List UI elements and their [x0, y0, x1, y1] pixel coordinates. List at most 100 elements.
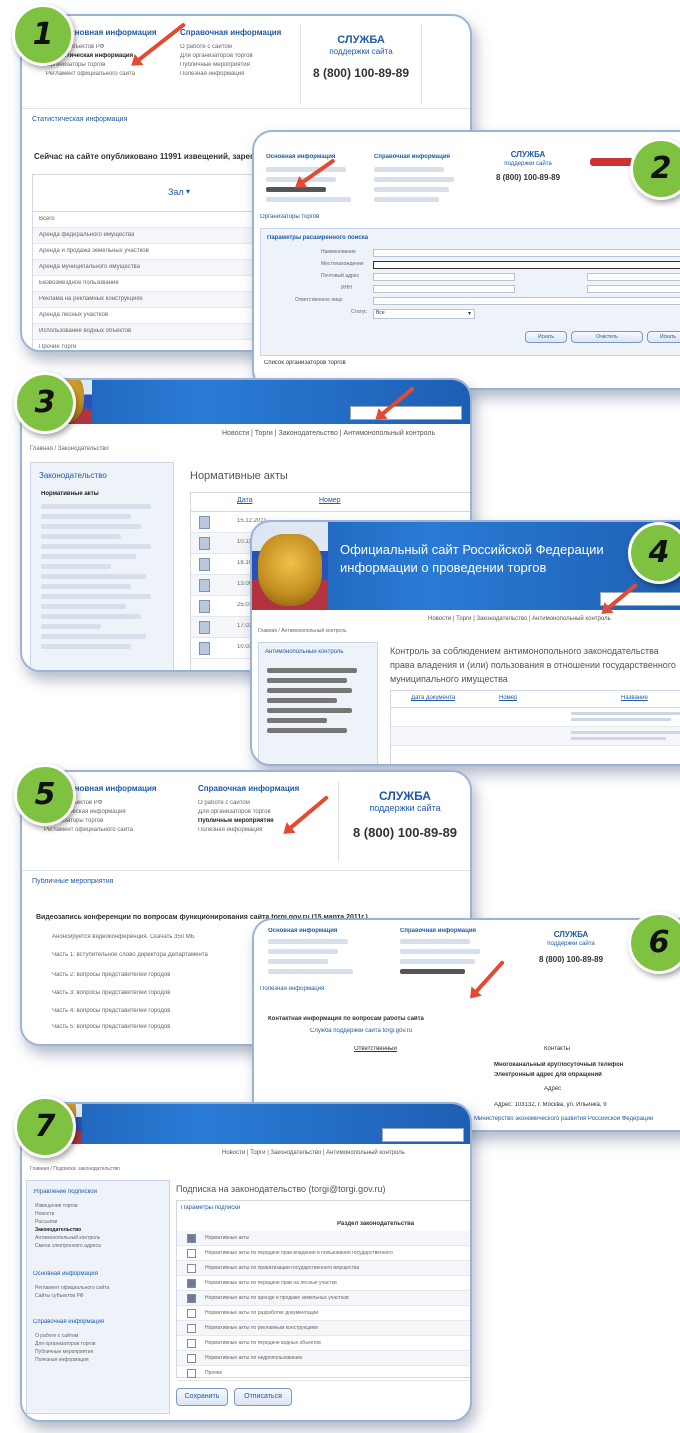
subscription-checkbox[interactable] — [187, 1294, 196, 1303]
name-input[interactable] — [373, 249, 680, 257]
reference-info-item[interactable]: Полезная информация — [180, 71, 244, 77]
kpp-input[interactable] — [373, 285, 515, 293]
inn-input[interactable] — [587, 273, 680, 281]
event-item[interactable]: Часть 4: вопросы представителей городов — [52, 1008, 170, 1014]
breadcrumb[interactable]: Главная / Подписка: законодательство — [30, 1166, 120, 1172]
support-link[interactable]: Служба поддержки сайта torgi.gov.ru — [310, 1028, 412, 1034]
subscription-row[interactable]: Нормативные акты по аренде и продаже зем… — [177, 1291, 470, 1306]
sidebar-item-active[interactable]: Законодательство — [35, 1227, 81, 1233]
clear-button[interactable]: Очистить — [571, 331, 643, 343]
col-date[interactable]: Дата — [237, 497, 253, 504]
reference-info-item[interactable]: Публичные мероприятия — [180, 62, 250, 68]
subscription-row[interactable]: Нормативные акты по передаче водных объе… — [177, 1336, 470, 1351]
ministry-link[interactable]: Министерство экономического развития Рос… — [474, 1116, 653, 1122]
reference-info-item[interactable]: Полезная информация — [198, 827, 262, 833]
top-nav[interactable]: Новости | Торги | Законодательство | Ант… — [222, 430, 435, 437]
sidebar-item[interactable]: Новости — [35, 1211, 54, 1217]
document-icon[interactable] — [199, 642, 210, 655]
subscription-row[interactable]: Нормативные акты по передаче прав на лес… — [177, 1276, 470, 1291]
subscription-checkbox[interactable] — [187, 1354, 196, 1363]
subscription-row[interactable]: Нормативные акты по разработке документа… — [177, 1306, 470, 1321]
postal-input[interactable] — [373, 273, 515, 281]
subscription-row[interactable]: Нормативные акты — [177, 1231, 470, 1246]
subscription-checkbox[interactable] — [187, 1279, 196, 1288]
reference-info-item[interactable]: О работе с сайтом — [198, 800, 250, 806]
person-input[interactable] — [373, 297, 680, 305]
document-icon[interactable] — [199, 579, 210, 592]
field-label: ИНН — [341, 285, 352, 291]
subscription-row[interactable]: Нормативные акты по рекламным конструкци… — [177, 1321, 470, 1336]
main-info-title: Основная информация — [266, 154, 336, 160]
document-icon[interactable] — [199, 600, 210, 613]
search-input[interactable] — [382, 1128, 464, 1142]
support-subtitle: поддержки сайта — [504, 161, 552, 167]
subscription-checkbox[interactable] — [187, 1264, 196, 1273]
main-info-title: Основная информация — [64, 784, 157, 793]
reference-info-title: Справочная информация — [180, 28, 282, 37]
subscription-row[interactable]: Нормативные акты по приватизации государ… — [177, 1261, 470, 1276]
main-info-item[interactable]: Регламент официального сайта — [46, 71, 135, 77]
subscription-checkbox[interactable] — [187, 1309, 196, 1318]
top-nav[interactable]: Новости | Торги | Законодательство | Ант… — [222, 1150, 405, 1156]
event-item[interactable]: Часть 5: вопросы представителей городов — [52, 1024, 170, 1030]
subscription-row[interactable]: Нормативные акты по недропользованию — [177, 1351, 470, 1366]
field-label: Наименование — [321, 249, 356, 255]
sidebar-item[interactable]: Рассылки — [35, 1219, 57, 1225]
col-number[interactable]: Номер — [319, 497, 341, 504]
sidebar-item[interactable]: Сайты субъектов РФ — [35, 1293, 84, 1299]
main-info-item[interactable]: Регламент официального сайта — [44, 827, 133, 833]
col-title[interactable]: Название — [621, 695, 648, 701]
reference-info-item[interactable]: Для организаторов торгов — [198, 809, 271, 815]
sidebar-item[interactable]: О работе с сайтом — [35, 1333, 78, 1339]
search-input[interactable] — [350, 406, 462, 420]
status-select[interactable]: Все ▾ — [373, 309, 475, 319]
search-button[interactable]: Искать — [525, 331, 567, 343]
col-doc-date[interactable]: Дата документа — [411, 695, 455, 701]
document-icon[interactable] — [199, 621, 210, 634]
screenshot-panel-7: Новости | Торги | Законодательство | Ант… — [20, 1102, 472, 1422]
sidebar-item[interactable]: Нормативные акты — [41, 491, 99, 497]
table-row[interactable] — [391, 727, 680, 746]
sidebar-item[interactable]: Для организаторов торгов — [35, 1341, 96, 1347]
event-item[interactable]: Часть 1: вступительное слово директора Д… — [52, 952, 208, 958]
unsubscribe-button[interactable]: Отписаться — [234, 1388, 292, 1406]
sidebar-item[interactable]: Смена электронного адреса — [35, 1243, 101, 1249]
col-number[interactable]: Номер — [499, 695, 517, 701]
document-icon[interactable] — [199, 558, 210, 571]
sidebar-item[interactable]: Публичные мероприятия — [35, 1349, 93, 1355]
col-responsible: Ответственный — [354, 1046, 397, 1052]
chevron-down-icon[interactable]: ▾ — [186, 187, 190, 196]
breadcrumb[interactable]: Главная / Антимонопольный контроль — [258, 628, 347, 634]
contact-item-title[interactable]: Контактная информация по вопросам работы… — [268, 1016, 424, 1022]
subscription-checkbox[interactable] — [187, 1249, 196, 1258]
subscription-row[interactable]: Прочее — [177, 1366, 470, 1381]
breadcrumb[interactable]: Главная / Законодательство — [30, 446, 109, 452]
event-item[interactable]: Часть 2: вопросы представителей городов — [52, 972, 170, 978]
table-row[interactable] — [391, 708, 680, 727]
document-icon[interactable] — [199, 516, 210, 529]
document-icon[interactable] — [199, 537, 210, 550]
event-item[interactable]: Анонсируется видеоконференция. Скачать 3… — [52, 934, 195, 940]
sidebar-item[interactable]: Антимонопольный контроль — [35, 1235, 100, 1241]
sidebar-item[interactable]: Извещения торгов — [35, 1203, 78, 1209]
save-button[interactable]: Сохранить — [176, 1388, 228, 1406]
subscription-label: Нормативные акты по передаче водных объе… — [205, 1340, 321, 1346]
ogrn-input[interactable] — [587, 285, 680, 293]
reference-info-item[interactable]: Публичные мероприятия — [198, 818, 274, 824]
reference-info-item[interactable]: О работе с сайтом — [180, 44, 232, 50]
table-header-dropdown[interactable]: Зал — [168, 187, 184, 197]
subscription-checkbox[interactable] — [187, 1339, 196, 1348]
event-item[interactable]: Часть 3: вопросы представителей городов — [52, 990, 170, 996]
top-nav[interactable]: Новости | Торги | Законодательство | Ант… — [428, 616, 611, 622]
subscription-row[interactable]: Нормативные акты по передаче прав владен… — [177, 1246, 470, 1261]
sidebar-item[interactable]: Регламент официального сайта — [35, 1285, 109, 1291]
subscription-checkbox[interactable] — [187, 1324, 196, 1333]
support-phone: 8 (800) 100-89-89 — [495, 173, 561, 182]
search-button-2[interactable]: Искать — [647, 331, 680, 343]
subscription-checkbox[interactable] — [187, 1369, 196, 1378]
subscription-label: Прочее — [205, 1370, 223, 1376]
sidebar-item[interactable]: Полезная информация — [35, 1357, 89, 1363]
location-input[interactable] — [373, 261, 680, 269]
subscription-checkbox[interactable] — [187, 1234, 196, 1243]
reference-info-item[interactable]: Для организаторов торгов — [180, 53, 253, 59]
